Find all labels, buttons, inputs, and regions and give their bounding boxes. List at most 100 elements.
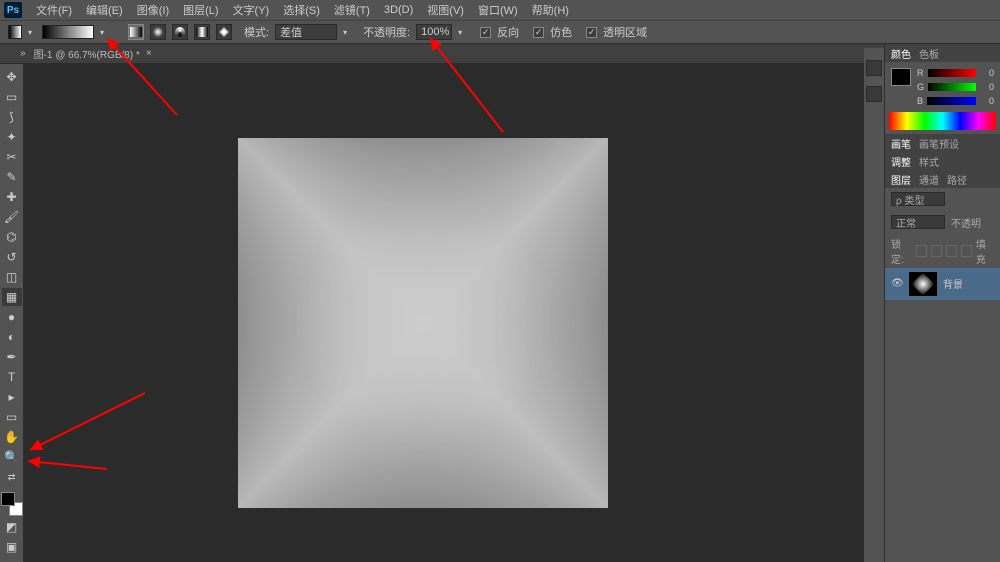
brush-preset-tab[interactable]: 画笔预设 (919, 136, 959, 151)
layers-panel-header: 图层 通道 路径 (885, 170, 1000, 188)
g-value: 0 (980, 82, 994, 92)
foreground-color-swatch[interactable] (1, 492, 15, 506)
type-tool[interactable]: T (2, 368, 22, 386)
properties-panel-icon[interactable] (866, 86, 882, 102)
b-slider[interactable] (927, 97, 976, 105)
gradient-radial[interactable] (150, 24, 166, 40)
clone-stamp-tool[interactable]: ⌬ (2, 228, 22, 246)
magic-wand-tool[interactable]: ✦ (2, 128, 22, 146)
menu-select[interactable]: 选择(S) (277, 0, 326, 20)
canvas[interactable] (238, 138, 608, 508)
document-title: 图-1 @ 66.7%(RGB/8) * (34, 46, 140, 61)
lock-all-icon[interactable] (961, 245, 972, 257)
gradient-tool[interactable]: ▦ (2, 288, 22, 306)
gradient-angle[interactable] (172, 24, 188, 40)
g-slider[interactable] (928, 83, 976, 91)
lock-row: 锁定: 填充 (885, 234, 1000, 268)
channels-tab[interactable]: 通道 (919, 172, 939, 187)
workspace (24, 64, 864, 562)
b-label: B (917, 96, 923, 106)
menu-type[interactable]: 文字(Y) (227, 0, 276, 20)
tools-panel: ✥ ▭ ⟆ ✦ ✂ ✎ ✚ 🖌 ⌬ ↺ ◫ ▦ ● ◐ ✒ T ▸ ▭ ✋ 🔍 … (0, 64, 24, 562)
tool-preset-caret[interactable]: ▾ (28, 28, 36, 37)
transparency-checkbox[interactable]: ✓ (586, 27, 597, 38)
menu-layer[interactable]: 图层(L) (177, 0, 224, 20)
opacity-label: 不透明度: (363, 24, 410, 40)
gradient-diamond[interactable] (216, 24, 232, 40)
tool-preset-icon[interactable] (8, 25, 22, 39)
brush-tool[interactable]: 🖌 (2, 208, 22, 226)
adjust-panel-header: 调整 样式 (885, 152, 1000, 170)
crop-tool[interactable]: ✂ (2, 148, 22, 166)
menu-filter[interactable]: 滤镜(T) (328, 0, 376, 20)
hand-tool[interactable]: ✋ (2, 428, 22, 446)
gradient-swatch-caret[interactable]: ▾ (100, 28, 108, 37)
opacity-input[interactable]: 100% (416, 24, 452, 40)
menu-edit[interactable]: 编辑(E) (80, 0, 129, 20)
color-swatches[interactable] (1, 492, 23, 516)
eraser-tool[interactable]: ◫ (2, 268, 22, 286)
b-value: 0 (980, 96, 994, 106)
adjustments-tab[interactable]: 调整 (891, 154, 911, 169)
gradient-reflected[interactable] (194, 24, 210, 40)
styles-tab[interactable]: 样式 (919, 154, 939, 169)
layer-row-background[interactable]: 👁 背景 (885, 268, 1000, 300)
mode-select[interactable]: 差值 (275, 24, 337, 40)
r-label: R (917, 68, 924, 78)
layer-name: 背景 (943, 276, 963, 291)
quick-mask-icon[interactable]: ◩ (2, 518, 22, 536)
menu-image[interactable]: 图像(I) (131, 0, 175, 20)
gradient-linear[interactable] (128, 24, 144, 40)
mode-label: 模式: (244, 24, 269, 40)
menu-3d[interactable]: 3D(D) (378, 2, 419, 18)
color-tab[interactable]: 颜色 (891, 46, 911, 61)
zoom-tool[interactable]: 🔍 (2, 448, 22, 466)
lock-image-icon[interactable] (931, 245, 942, 257)
brush-tab[interactable]: 画笔 (891, 136, 911, 151)
app-logo: Ps (4, 2, 22, 18)
layer-filter-select[interactable]: ρ 类型 (891, 192, 945, 206)
spot-heal-tool[interactable]: ✚ (2, 188, 22, 206)
menu-help[interactable]: 帮助(H) (526, 0, 575, 20)
color-swap-icon[interactable]: ⇄ (2, 468, 22, 486)
layers-tab[interactable]: 图层 (891, 172, 911, 187)
blend-mode-select[interactable]: 正常 (891, 215, 945, 229)
color-panel-swatch[interactable] (891, 68, 911, 86)
layer-thumbnail[interactable] (909, 272, 937, 296)
document-tab[interactable]: 图-1 @ 66.7%(RGB/8) * × (26, 46, 160, 61)
reverse-checkbox[interactable]: ✓ (480, 27, 491, 38)
eyedropper-tool[interactable]: ✎ (2, 168, 22, 186)
close-tab-icon[interactable]: × (146, 48, 152, 59)
r-slider[interactable] (928, 69, 977, 77)
dither-checkbox[interactable]: ✓ (533, 27, 544, 38)
dither-label: 仿色 (550, 24, 572, 40)
layer-visibility-icon[interactable]: 👁 (891, 278, 903, 289)
menu-file[interactable]: 文件(F) (30, 0, 78, 20)
color-panel: R0 G0 B0 (885, 62, 1000, 112)
history-brush-tool[interactable]: ↺ (2, 248, 22, 266)
menu-view[interactable]: 视图(V) (421, 0, 470, 20)
opacity-caret[interactable]: ▾ (458, 28, 466, 37)
history-panel-icon[interactable] (866, 60, 882, 76)
dodge-tool[interactable]: ◐ (2, 328, 22, 346)
lock-position-icon[interactable] (946, 245, 957, 257)
gradient-swatch[interactable] (42, 25, 94, 39)
lock-transparency-icon[interactable] (916, 245, 927, 257)
spectrum-bar[interactable] (889, 112, 996, 130)
paths-tab[interactable]: 路径 (947, 172, 967, 187)
mode-caret[interactable]: ▾ (343, 28, 351, 37)
g-label: G (917, 82, 924, 92)
fill-label: 填充 (976, 236, 994, 266)
move-tool[interactable]: ✥ (2, 68, 22, 86)
transparency-label: 透明区域 (603, 24, 647, 40)
swatches-tab[interactable]: 色板 (919, 46, 939, 61)
screen-mode-icon[interactable]: ▣ (2, 538, 22, 556)
mode-value: 差值 (280, 24, 302, 40)
path-select-tool[interactable]: ▸ (2, 388, 22, 406)
lasso-tool[interactable]: ⟆ (2, 108, 22, 126)
blur-tool[interactable]: ● (2, 308, 22, 326)
pen-tool[interactable]: ✒ (2, 348, 22, 366)
menu-window[interactable]: 窗口(W) (472, 0, 524, 20)
marquee-tool[interactable]: ▭ (2, 88, 22, 106)
shape-tool[interactable]: ▭ (2, 408, 22, 426)
